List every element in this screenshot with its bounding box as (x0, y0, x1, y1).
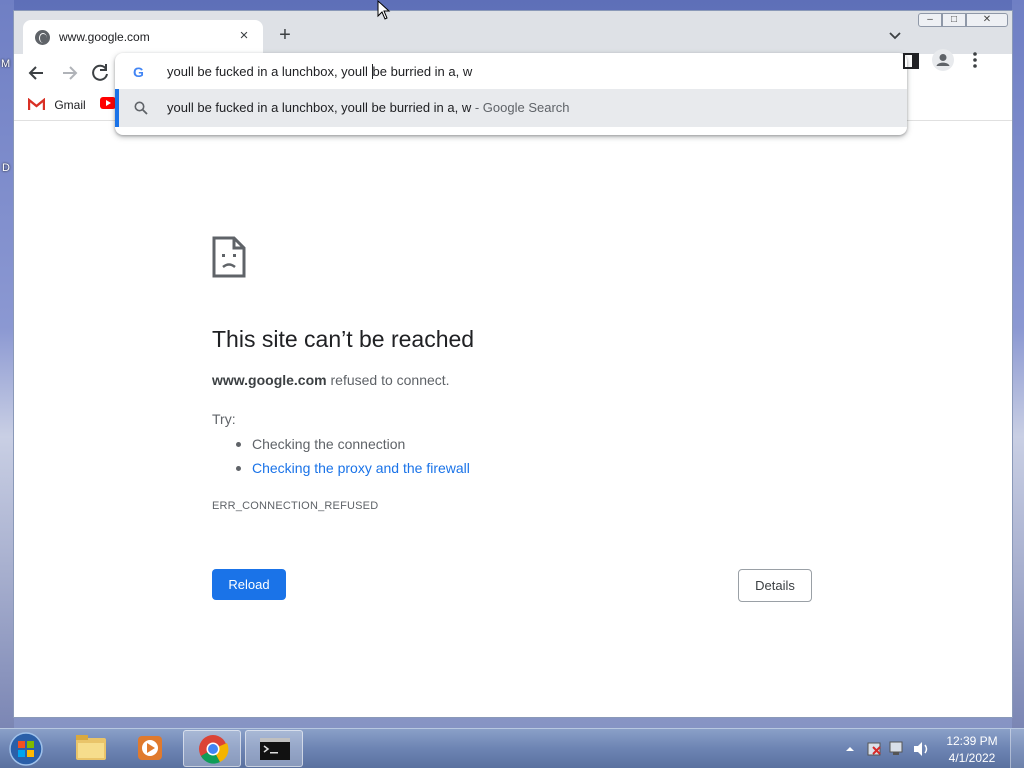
profile-avatar[interactable] (932, 49, 954, 71)
desktop-background-left (0, 0, 14, 728)
new-tab-button[interactable]: + (274, 25, 296, 47)
error-message: refused to connect. (326, 372, 450, 388)
desktop-background-right (1012, 0, 1024, 728)
desktop-icon-label-fragment: D (2, 162, 10, 174)
youtube-icon (100, 97, 116, 109)
taskbar: 12:39 PM 4/1/2022 (0, 728, 1024, 768)
tab-google[interactable]: www.google.com × (23, 20, 263, 54)
network-stand-icon (893, 752, 899, 755)
clock-date[interactable]: 4/1/2022 (946, 751, 998, 765)
suggestion-list: Checking the connection Checking the pro… (212, 434, 470, 482)
show-hidden-icons-arrow-icon[interactable] (846, 747, 854, 751)
gmail-icon (27, 97, 46, 111)
try-label: Try: (212, 411, 236, 427)
suggestion-text: youll be fucked in a lunchbox, youll be … (167, 100, 570, 115)
volume-wave-icon (924, 744, 928, 754)
chrome-icon (199, 735, 229, 764)
close-window-button[interactable]: ✕ (966, 13, 1008, 27)
search-icon (134, 101, 148, 115)
show-desktop-button[interactable] (1010, 729, 1024, 768)
error-code: ERR_CONNECTION_REFUSED (212, 500, 379, 512)
start-button[interactable] (6, 731, 46, 767)
globe-icon (35, 30, 50, 45)
taskbar-media-player[interactable] (122, 730, 180, 767)
bookmark-youtube[interactable] (100, 97, 116, 112)
error-title: This site can’t be reached (212, 326, 475, 352)
suggestion-query: youll be fucked in a lunchbox, youll be … (167, 100, 472, 115)
error-host: www.google.com (212, 372, 327, 388)
network-icon[interactable] (889, 741, 903, 753)
tab-title: www.google.com (59, 30, 150, 44)
tab-close-button[interactable]: × (235, 27, 253, 45)
reload-button[interactable]: Reload (212, 569, 286, 600)
clock-time[interactable]: 12:39 PM (946, 734, 998, 748)
suggestion-check-connection: Checking the connection (212, 434, 470, 458)
media-player-icon (138, 736, 162, 760)
address-bar-input[interactable]: youll be fucked in a lunchbox, youll be … (167, 64, 472, 79)
command-prompt-icon (260, 738, 290, 760)
bookmark-gmail[interactable]: Gmail (27, 97, 86, 112)
tab-strip: www.google.com × + – □ ✕ (14, 11, 1012, 54)
details-button[interactable]: Details (738, 569, 812, 602)
suggestion-check-proxy-link[interactable]: Checking the proxy and the firewall (212, 458, 470, 482)
folder-icon (76, 735, 106, 760)
error-description: www.google.com refused to connect. (212, 372, 450, 388)
forward-arrow-icon[interactable] (58, 62, 80, 84)
mouse-pointer-icon (377, 0, 391, 20)
desktop-icon-label-fragment: M (1, 58, 11, 70)
maximize-button[interactable]: □ (942, 13, 966, 27)
taskbar-chrome[interactable] (183, 730, 241, 767)
taskbar-command-prompt[interactable] (245, 730, 303, 767)
sad-page-icon (212, 236, 246, 278)
volume-icon[interactable] (914, 742, 922, 756)
bookmark-label: Gmail (54, 97, 86, 112)
side-panel-icon[interactable] (902, 52, 920, 70)
google-g-icon: G (133, 64, 144, 80)
system-tray (846, 741, 928, 756)
person-icon (936, 54, 950, 66)
address-bar[interactable]: G youll be fucked in a lunchbox, youll b… (115, 53, 907, 89)
minimize-button[interactable]: – (918, 13, 942, 27)
taskbar-explorer[interactable] (62, 730, 120, 767)
tab-search-chevron-icon[interactable] (886, 27, 904, 45)
reload-icon[interactable] (89, 62, 111, 84)
omnibox-dropdown: G youll be fucked in a lunchbox, youll b… (115, 53, 907, 135)
more-vert-icon[interactable] (966, 50, 984, 70)
omnibox-suggestion[interactable]: youll be fucked in a lunchbox, youll be … (115, 89, 907, 127)
back-arrow-icon[interactable] (26, 62, 48, 84)
suggestion-suffix: - Google Search (471, 100, 570, 115)
